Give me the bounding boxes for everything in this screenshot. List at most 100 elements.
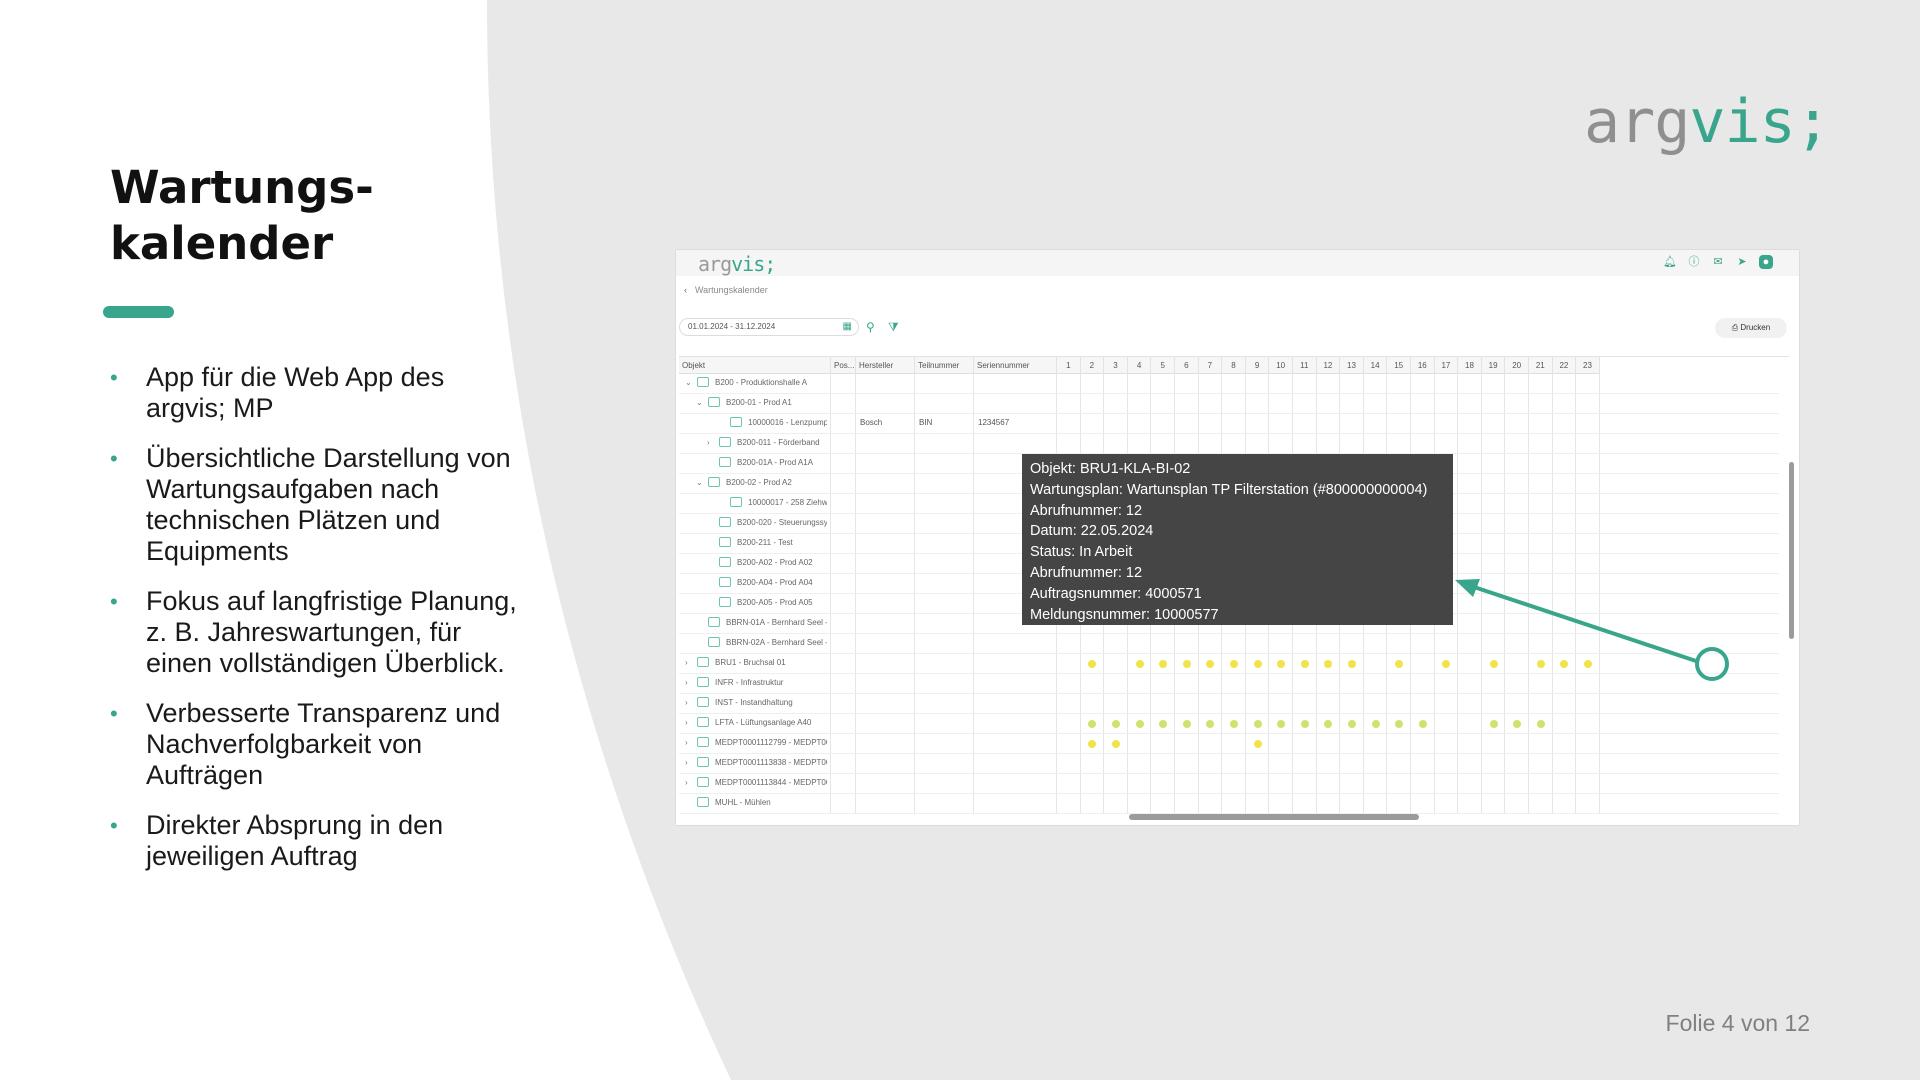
maintenance-marker[interactable]	[1489, 660, 1498, 668]
day-column-header[interactable]: 9	[1245, 357, 1270, 374]
chevron-right-icon[interactable]: ›	[685, 658, 688, 667]
maintenance-marker[interactable]	[1230, 660, 1238, 668]
notifications-icon[interactable]: ✉	[1711, 255, 1725, 269]
chevron-right-icon[interactable]: ›	[685, 738, 688, 747]
horizontal-scrollbar[interactable]	[1129, 814, 1419, 820]
maintenance-marker[interactable]	[1253, 660, 1262, 668]
maintenance-marker[interactable]	[1253, 740, 1262, 748]
tooltip-line: Status: In Arbeit	[1030, 544, 1133, 561]
column-header[interactable]: Hersteller	[856, 357, 915, 374]
day-column-header[interactable]: 4	[1127, 357, 1152, 374]
day-column-header[interactable]: 22	[1552, 357, 1577, 374]
column-header[interactable]: Pos...	[831, 357, 856, 374]
search-filter-icon[interactable]: ⚲	[866, 320, 875, 334]
table-row[interactable]: ⌄ B200 - Produktionshalle A	[679, 374, 1779, 394]
day-column-header[interactable]: 12	[1316, 357, 1341, 374]
day-column-header[interactable]: 8	[1222, 357, 1246, 374]
table-row[interactable]: BBRN-02A - Bernhard Seel - Bad...	[679, 634, 1779, 654]
send-icon[interactable]: ➤	[1735, 255, 1749, 269]
day-column-header[interactable]: 14	[1363, 357, 1388, 374]
day-column-header[interactable]: 2	[1080, 357, 1105, 374]
maintenance-marker[interactable]	[1584, 660, 1592, 668]
day-column-header[interactable]: 13	[1340, 357, 1364, 374]
table-row[interactable]: ⌄ B200-01 - Prod A1	[679, 394, 1779, 414]
folder-icon	[719, 457, 731, 467]
day-column-header[interactable]: 3	[1104, 357, 1128, 374]
bullet-item: • Direkter Absprung in den jeweiligen Auf…	[110, 810, 444, 871]
chevron-right-icon[interactable]: ›	[685, 778, 688, 787]
app-logo[interactable]: argvis;	[698, 252, 776, 276]
vertical-scrollbar[interactable]	[1789, 462, 1794, 639]
date-range-input[interactable]: 01.01.2024 - 31.12.2024 ▦	[679, 318, 859, 336]
chevron-right-icon[interactable]: ›	[685, 678, 688, 687]
folder-icon	[719, 437, 731, 447]
column-header[interactable]: Teilnummer	[915, 357, 974, 374]
back-arrow-icon[interactable]: ‹	[684, 285, 687, 295]
table-row[interactable]: 10000016 - Lenzpumpe Bosch BIN 1234567	[679, 414, 1779, 434]
tooltip-line: Auftragsnummer: 4000571	[1030, 585, 1202, 602]
maintenance-marker[interactable]	[1182, 720, 1191, 728]
maintenance-marker[interactable]	[1371, 720, 1380, 728]
table-row[interactable]: › MEDPT0001113844 - MEDPT00...	[679, 774, 1779, 794]
chevron-down-icon[interactable]: ⌄	[685, 378, 692, 387]
print-button[interactable]: ⎙ Drucken	[1715, 318, 1787, 338]
table-row[interactable]: › MEDPT0001112799 - MEDPT00...	[679, 734, 1779, 754]
day-column-header[interactable]: 18	[1458, 357, 1482, 374]
maintenance-marker[interactable]	[1418, 720, 1427, 728]
maintenance-marker[interactable]	[1300, 720, 1309, 728]
chevron-right-icon[interactable]: ›	[685, 698, 688, 707]
bell-icon[interactable]: 🔔︎	[1663, 255, 1677, 269]
day-column-header[interactable]: 7	[1198, 357, 1223, 374]
table-row[interactable]: › INFR - Infrastruktur	[679, 674, 1779, 694]
day-column-header[interactable]: 10	[1269, 357, 1293, 374]
row-label: B200-211 - Test	[737, 538, 793, 547]
maintenance-marker[interactable]	[1230, 720, 1238, 728]
table-row[interactable]: › B200-011 - Förderband	[679, 434, 1779, 454]
maintenance-marker[interactable]	[1253, 720, 1262, 728]
calendar-icon[interactable]: ▦	[843, 319, 852, 335]
maintenance-marker[interactable]	[1536, 660, 1545, 668]
row-label: 10000017 - 258 Ziehwerkz...	[748, 498, 827, 507]
bullet-dot-icon: •	[110, 365, 118, 390]
chevron-right-icon[interactable]: ›	[685, 718, 688, 727]
info-icon[interactable]: ⓘ	[1687, 255, 1701, 269]
maintenance-marker[interactable]	[1135, 660, 1144, 668]
maintenance-marker[interactable]	[1536, 720, 1545, 728]
chevron-right-icon[interactable]: ›	[707, 438, 710, 447]
day-column-header[interactable]: 6	[1175, 357, 1199, 374]
day-column-header[interactable]: 16	[1411, 357, 1435, 374]
maintenance-marker[interactable]	[1348, 660, 1356, 668]
folder-icon	[730, 497, 742, 507]
table-row[interactable]: › MEDPT0001113838 - MEDPT00...	[679, 754, 1779, 774]
maintenance-marker[interactable]	[1112, 720, 1120, 728]
day-column-header[interactable]: 17	[1434, 357, 1459, 374]
user-icon[interactable]: ●	[1759, 255, 1773, 269]
column-header[interactable]: Seriennummer	[974, 357, 1057, 374]
day-column-header[interactable]: 21	[1529, 357, 1553, 374]
folder-icon	[697, 377, 709, 387]
chevron-down-icon[interactable]: ⌄	[696, 398, 703, 407]
maintenance-marker[interactable]	[1300, 660, 1309, 668]
maintenance-marker[interactable]	[1112, 740, 1120, 748]
table-row[interactable]: MUHL - Mühlen	[679, 794, 1779, 814]
filter-icon[interactable]: ⧩	[888, 320, 899, 335]
table-row[interactable]: › LFTA - Lüftungsanlage A40	[679, 714, 1779, 734]
day-column-header[interactable]: 20	[1505, 357, 1529, 374]
maintenance-marker[interactable]	[1182, 660, 1191, 668]
chevron-down-icon[interactable]: ⌄	[696, 478, 703, 487]
day-column-header[interactable]: 15	[1387, 357, 1411, 374]
maintenance-marker[interactable]	[1489, 720, 1498, 728]
table-row[interactable]: › BRU1 - Bruchsal 01	[679, 654, 1779, 674]
day-column-header[interactable]: 19	[1481, 357, 1506, 374]
day-column-header[interactable]: 11	[1293, 357, 1317, 374]
maintenance-marker[interactable]	[1348, 720, 1356, 728]
maintenance-marker[interactable]	[1135, 720, 1144, 728]
slide-title: Wartungs- kalender	[110, 160, 490, 272]
day-column-header[interactable]: 5	[1151, 357, 1175, 374]
chevron-right-icon[interactable]: ›	[685, 758, 688, 767]
tooltip-line: Meldungsnummer: 10000577	[1030, 606, 1219, 623]
table-row[interactable]: › INST - Instandhaltung	[679, 694, 1779, 714]
column-header[interactable]: Objekt	[679, 357, 831, 374]
day-column-header[interactable]: 23	[1576, 357, 1600, 374]
day-column-header[interactable]: 1	[1057, 357, 1081, 374]
